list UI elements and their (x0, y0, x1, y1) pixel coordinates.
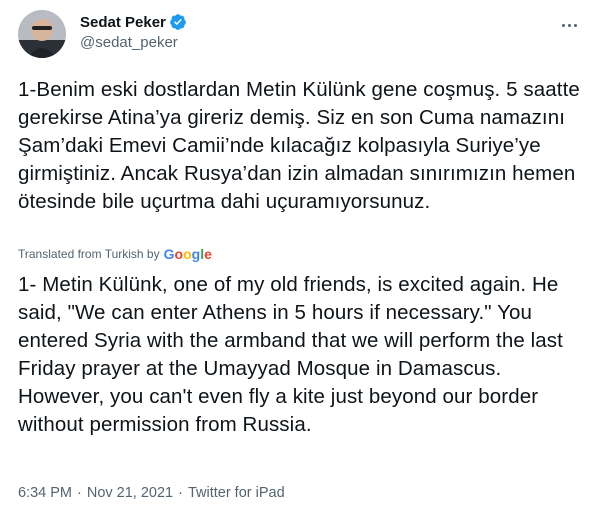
tweet-card: Sedat Peker @sedat_peker 1-Benim eski do… (0, 0, 598, 525)
tweet-translated-text: 1- Metin Külünk, one of my old friends, … (18, 273, 569, 436)
author-name[interactable]: Sedat Peker (80, 14, 166, 31)
translation-attribution: Translated from Turkish by Google (18, 246, 212, 262)
tweet-date[interactable]: Nov 21, 2021 (87, 485, 173, 501)
tweet-source[interactable]: Twitter for iPad (188, 485, 285, 501)
tweet-original-text: 1-Benim eski dostlardan Metin Külünk gen… (18, 78, 586, 213)
tweet-time[interactable]: 6:34 PM (18, 485, 72, 501)
user-avatar-icon (18, 10, 66, 58)
avatar[interactable] (18, 10, 66, 58)
author-name-row: Sedat Peker (80, 13, 187, 31)
verified-badge-icon (170, 14, 186, 30)
translated-label: Translated from Turkish by (18, 247, 160, 261)
tweet-header: Sedat Peker @sedat_peker (18, 10, 580, 60)
meta-separator: · (77, 485, 82, 501)
meta-separator-2: · (178, 485, 183, 501)
author-handle[interactable]: @sedat_peker (80, 34, 178, 51)
more-options-icon[interactable] (558, 14, 580, 36)
tweet-meta: 6:34 PM · Nov 21, 2021 · Twitter for iPa… (18, 485, 285, 501)
google-logo[interactable]: Google (164, 246, 212, 262)
